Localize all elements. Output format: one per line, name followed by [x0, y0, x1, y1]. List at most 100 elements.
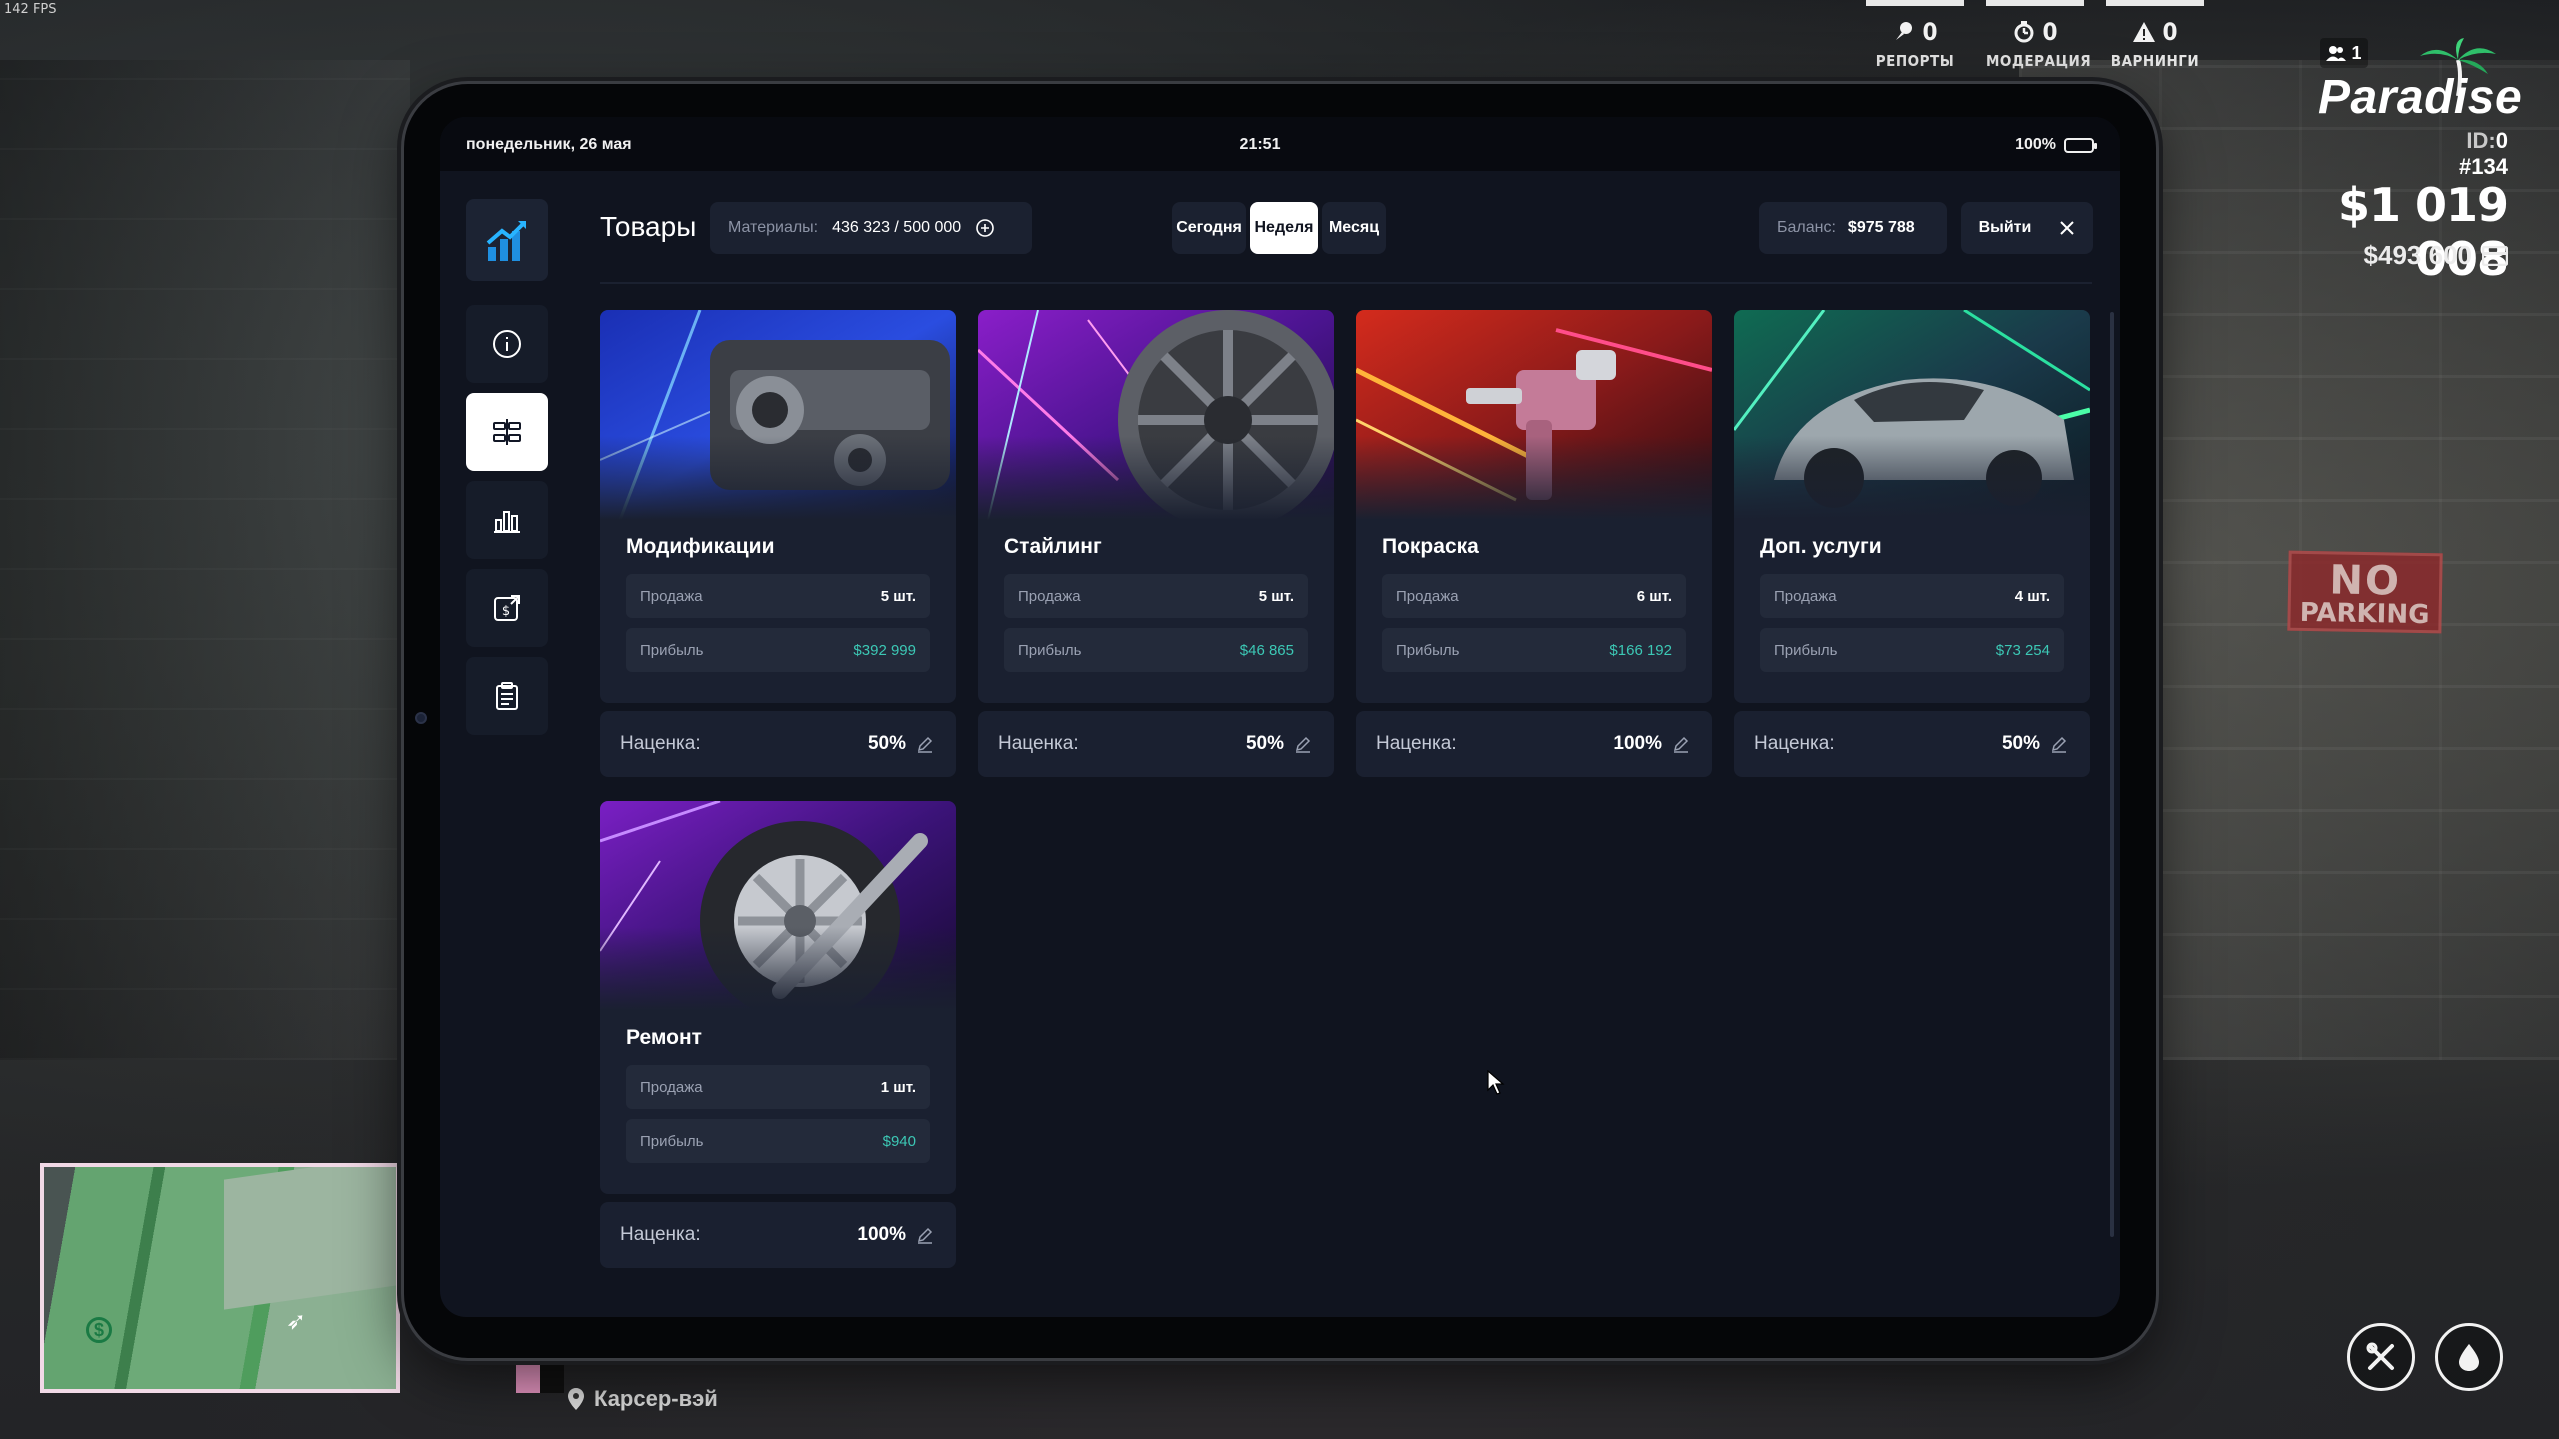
finance-icon: $ [494, 595, 520, 621]
moderation-icon [2014, 21, 2034, 43]
balance-label: Баланс: [1777, 219, 1836, 236]
markup-label: Наценка: [620, 733, 701, 754]
sports-car-image [1734, 310, 2090, 520]
profit-value: $46 865 [1239, 641, 1294, 659]
materials-label: Материалы: [728, 219, 819, 236]
card-title: Доп. услуги [1760, 535, 1882, 558]
markup-row[interactable]: Наценка: 50% [978, 711, 1334, 777]
profit-label: Прибыль [1774, 641, 1838, 659]
server-logo: Paradise [2318, 71, 2523, 124]
status-battery: 100% [2015, 136, 2097, 154]
sales-label: Продажа [1774, 587, 1837, 605]
product-card-body[interactable]: Ремонт Продажа 1 шт. Прибыль $940 [600, 801, 956, 1194]
player-blip-icon: ➶ [286, 1308, 307, 1335]
product-card-extra-services: Доп. услуги Продажа 4 шт. Прибыль $73 25… [1734, 310, 2090, 777]
balance-pill: Баланс: $975 788 [1759, 202, 1947, 254]
markup-label: Наценка: [1376, 733, 1457, 754]
dollar-blip-icon: $ [86, 1317, 112, 1343]
markup-label: Наценка: [998, 733, 1079, 754]
fps-counter: 142 FPS [4, 2, 57, 17]
bank-amount-row: $493 600 [2300, 240, 2508, 271]
sidebar-item-goods[interactable] [466, 393, 548, 471]
tools-button[interactable] [2347, 1323, 2415, 1391]
scrollbar[interactable] [2110, 312, 2114, 1237]
stat-reports-label: РЕПОРТЫ [1875, 52, 1955, 70]
stat-moderation-label: МОДЕРАЦИЯ [1986, 52, 2092, 70]
tab-month[interactable]: Месяц [1322, 202, 1386, 254]
card-sales-row: Продажа 6 шт. [1382, 574, 1686, 618]
edit-pencil-icon[interactable] [2050, 735, 2068, 753]
product-card-body[interactable]: Модификации Продажа 5 шт. Прибыль $392 9… [600, 310, 956, 703]
close-icon [2060, 221, 2075, 235]
materials-value: 436 323 / 500 000 [832, 219, 962, 236]
sidebar-item-orders[interactable] [466, 657, 548, 735]
minimap: $ ➶ [40, 1163, 400, 1393]
markup-value: 100% [857, 1224, 906, 1245]
markup-row[interactable]: Наценка: 100% [600, 1202, 956, 1268]
battery-icon [2064, 137, 2097, 153]
tire-wrench-image [600, 801, 956, 1021]
card-title: Стайлинг [1004, 535, 1102, 558]
no-parking-sign: NO PARKING [2287, 550, 2443, 634]
minimap-status-bars [516, 1357, 564, 1393]
markup-value: 50% [2001, 733, 2040, 754]
card-title: Модификации [626, 535, 775, 558]
admin-stats: 0 РЕПОРТЫ 0 МОДЕРАЦИЯ 0 ВАРНИНГИ [1866, 0, 2204, 70]
svg-text:$: $ [502, 604, 510, 619]
card-profit-row: Прибыль $392 999 [626, 628, 930, 672]
sidebar-item-stats[interactable] [466, 481, 548, 559]
markup-value: 100% [1613, 733, 1662, 754]
report-icon [1896, 22, 1913, 40]
edit-pencil-icon[interactable] [916, 735, 934, 753]
sales-label: Продажа [640, 1078, 703, 1096]
markup-row[interactable]: Наценка: 100% [1356, 711, 1712, 777]
sales-label: Продажа [640, 587, 703, 605]
profit-label: Прибыль [1018, 641, 1082, 659]
card-profit-row: Прибыль $940 [626, 1119, 930, 1163]
card-sales-row: Продажа 5 шт. [1004, 574, 1308, 618]
profit-label: Прибыль [640, 1132, 704, 1150]
stat-moderation: 0 МОДЕРАЦИЯ [1986, 0, 2092, 70]
tab-week[interactable]: Неделя [1250, 202, 1318, 254]
card-sales-row: Продажа 4 шт. [1760, 574, 2064, 618]
info-icon [493, 330, 521, 358]
tablet-screen: понедельник, 26 мая 21:51 100% $ Товары … [440, 117, 2120, 1317]
edit-pencil-icon[interactable] [916, 1226, 934, 1244]
sales-value: 5 шт. [880, 587, 916, 605]
chart-growth-icon [486, 221, 526, 261]
mouse-cursor-icon [1487, 1070, 1505, 1095]
card-icon [2482, 245, 2508, 266]
stat-warnings-value: 0 [2162, 18, 2178, 46]
card-profit-row: Прибыль $46 865 [1004, 628, 1308, 672]
tablet-sidebar: $ [466, 199, 548, 745]
product-card-body[interactable]: Стайлинг Продажа 5 шт. Прибыль $46 865 [978, 310, 1334, 703]
profit-value: $392 999 [853, 641, 916, 659]
product-card-body[interactable]: Покраска Продажа 6 шт. Прибыль $166 192 [1356, 310, 1712, 703]
markup-label: Наценка: [1754, 733, 1835, 754]
markup-label: Наценка: [620, 1224, 701, 1245]
players-online: 1 [2320, 38, 2368, 68]
sidebar-item-finance[interactable]: $ [466, 569, 548, 647]
add-materials-icon[interactable] [975, 218, 995, 238]
players-online-count: 1 [2351, 42, 2362, 63]
no-parking-line2: PARKING [2299, 597, 2430, 631]
sidebar-item-info[interactable] [466, 305, 548, 383]
markup-value: 50% [867, 733, 906, 754]
stat-moderation-value: 0 [2042, 18, 2058, 46]
edit-pencil-icon[interactable] [1672, 735, 1690, 753]
materials-pill: Материалы: 436 323 / 500 000 [710, 202, 1032, 254]
stat-warnings-label: ВАРНИНГИ [2110, 52, 2200, 70]
markup-row[interactable]: Наценка: 50% [1734, 711, 2090, 777]
drop-button[interactable] [2435, 1323, 2503, 1391]
edit-pencil-icon[interactable] [1294, 735, 1312, 753]
markup-row[interactable]: Наценка: 50% [600, 711, 956, 777]
exit-button[interactable]: Выйти [1961, 202, 2093, 254]
sales-label: Продажа [1396, 587, 1459, 605]
profit-value: $166 192 [1609, 641, 1672, 659]
header-divider [600, 282, 2092, 284]
stats-icon [494, 511, 520, 533]
sales-value: 4 шт. [2014, 587, 2050, 605]
product-card-body[interactable]: Доп. услуги Продажа 4 шт. Прибыль $73 25… [1734, 310, 2090, 703]
location-pin-icon [568, 1388, 584, 1410]
tab-today[interactable]: Сегодня [1172, 202, 1246, 254]
